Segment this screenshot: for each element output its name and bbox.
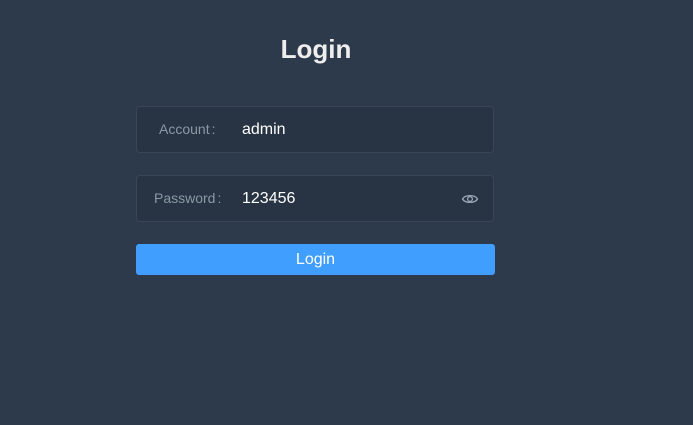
password-field[interactable]: Password: 123456 [136, 175, 494, 222]
password-label: Password: [154, 190, 222, 206]
account-field[interactable]: Account: admin [136, 106, 494, 153]
password-input[interactable]: 123456 [242, 176, 442, 221]
page-title: Login [280, 34, 352, 64]
eye-icon[interactable] [461, 190, 479, 208]
account-label: Account: [159, 121, 216, 137]
login-button[interactable]: Login [136, 244, 495, 275]
account-input[interactable]: admin [242, 107, 442, 152]
